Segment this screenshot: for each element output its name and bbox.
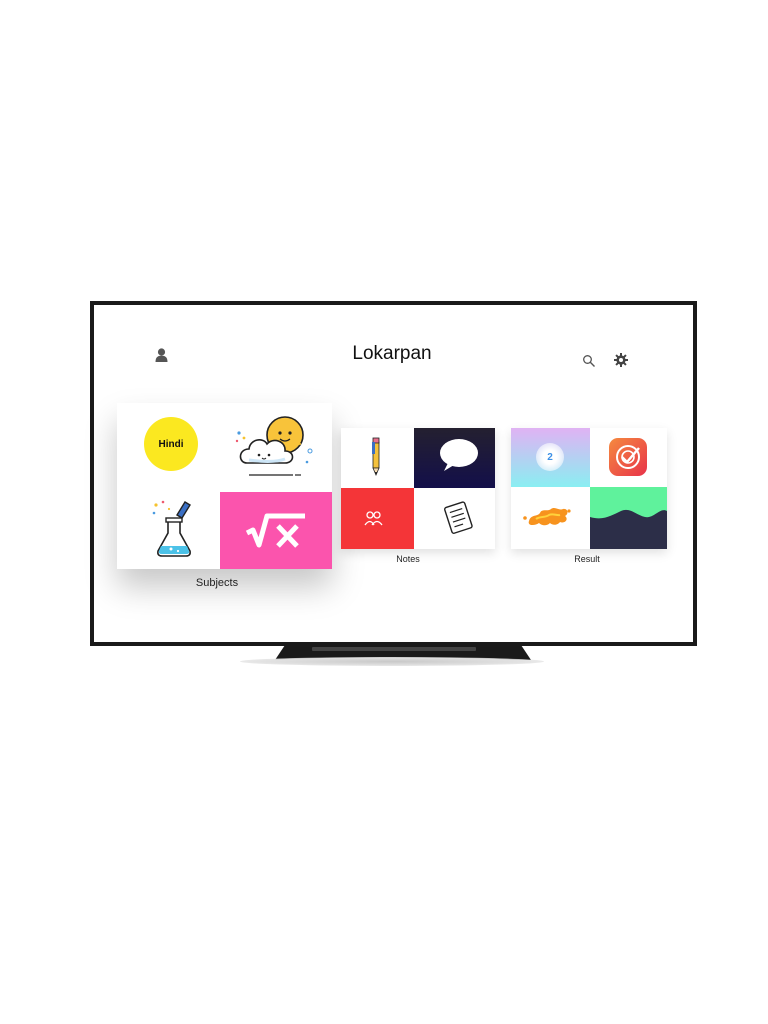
result-card[interactable]: 2 [511,428,667,549]
app-title: Lokarpan [352,343,432,364]
splash-tile[interactable] [511,487,590,549]
hindi-tile[interactable]: Hindi [144,417,198,471]
wave-tile[interactable] [590,487,667,549]
check-app-tile[interactable] [590,428,667,487]
splash-icon [523,508,571,526]
subjects-card[interactable]: Hindi [117,403,332,569]
people-icon [364,511,383,526]
notes-label: Notes [396,554,420,564]
badge-tile[interactable]: 2 [511,428,590,487]
pencil-icon [372,437,380,477]
subjects-label: Subjects [195,577,239,589]
notes-card[interactable] [341,428,495,549]
cloud-sun-icon[interactable] [233,411,323,481]
target-check-icon [609,438,647,476]
speech-bubble-icon [440,439,478,471]
document-tile[interactable] [414,488,495,549]
flask-icon[interactable] [151,499,197,559]
math-sqrt-tile[interactable] [220,492,332,569]
chat-tile[interactable] [414,428,495,488]
group-tile[interactable] [341,488,414,549]
tv-stand-slot [312,647,476,651]
badge-circle: 2 [536,443,564,471]
user-icon[interactable] [154,347,169,363]
gear-icon[interactable] [613,352,629,368]
sqrt-x-icon [245,513,305,548]
search-icon[interactable] [582,354,596,368]
tv-shadow [240,657,544,666]
wave-icon [590,487,667,519]
document-icon [444,501,473,534]
pencil-tile[interactable] [341,428,414,488]
badge-number: 2 [547,451,553,463]
result-label: Result [574,554,600,564]
hindi-label: Hindi [158,438,184,450]
